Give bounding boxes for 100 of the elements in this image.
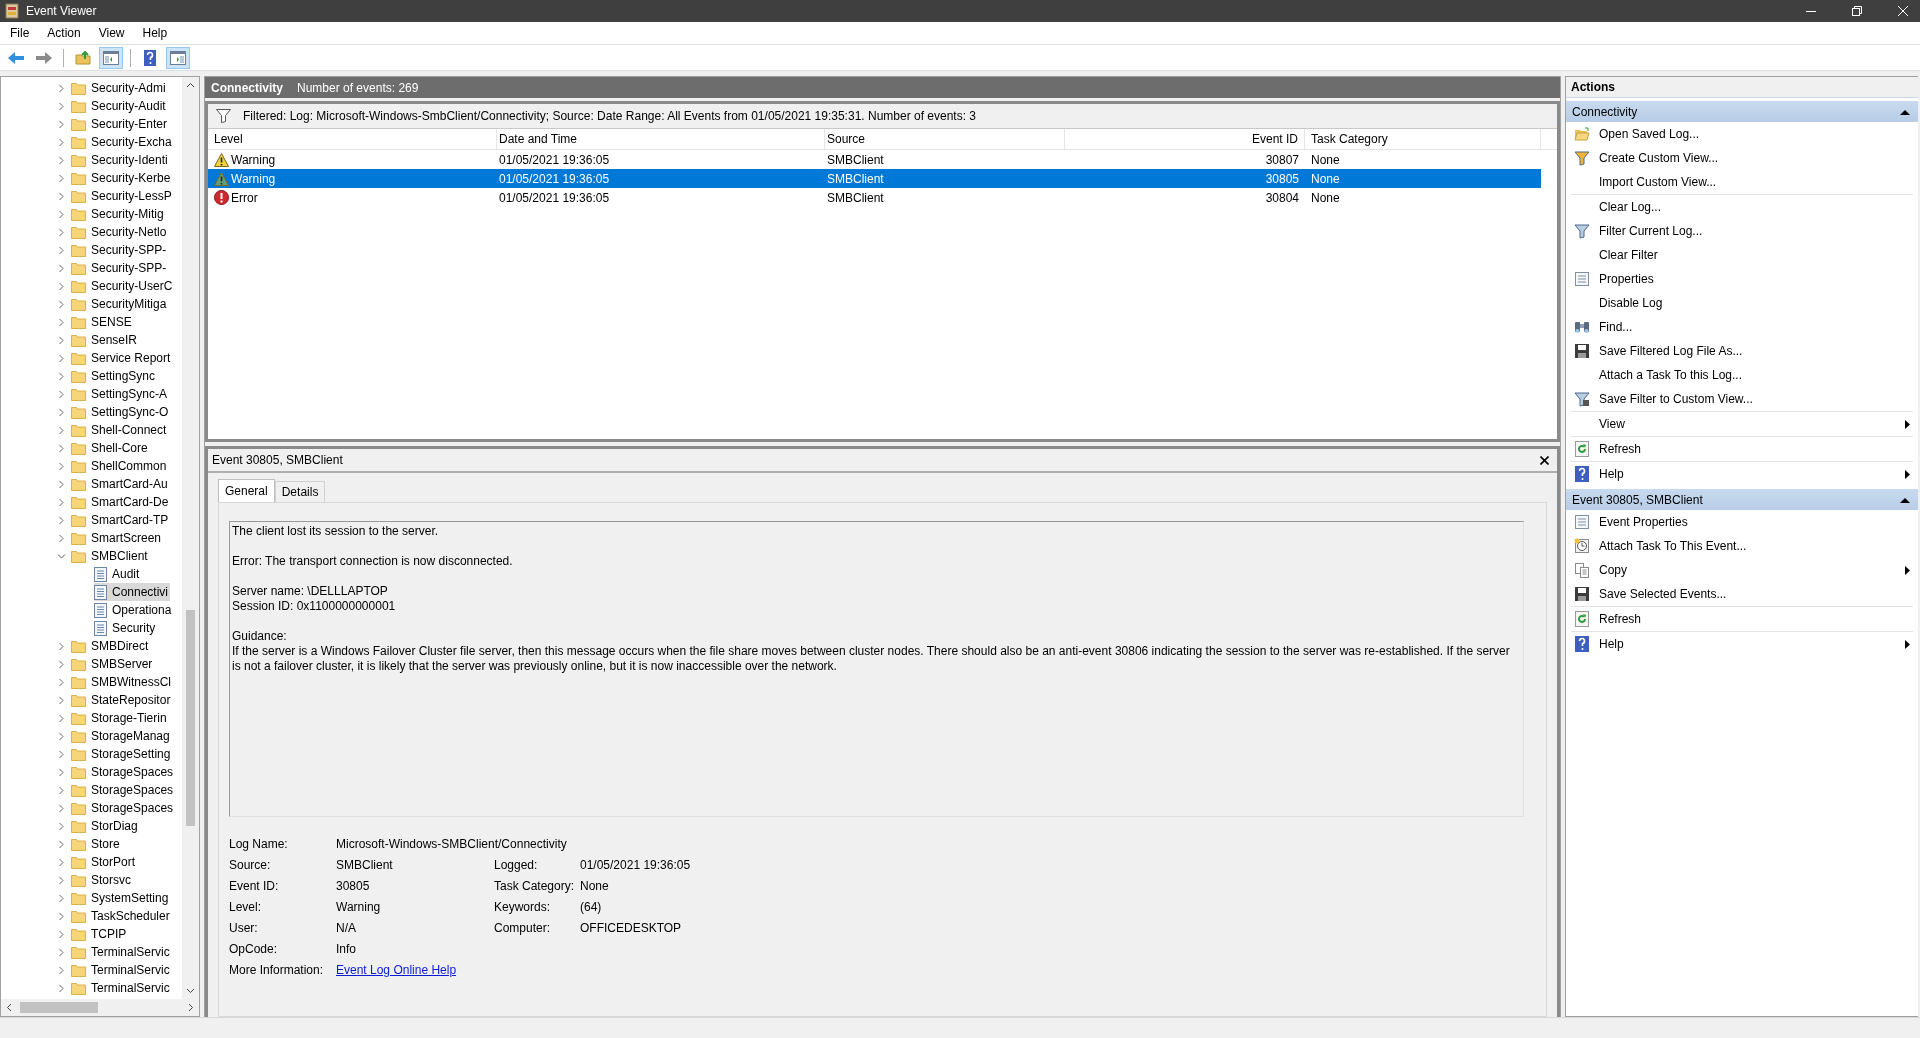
command-item[interactable]: Save Filter to Custom View... (1571, 387, 1913, 411)
command-item[interactable]: Event Properties (1571, 510, 1913, 534)
table-row[interactable]: Warning 01/05/2021 19:36:05 SMBClient 30805 None (208, 169, 1541, 188)
tab[interactable]: General (218, 479, 275, 502)
tree-item[interactable]: Shell-Core (1, 439, 150, 457)
tree-item[interactable]: TCPIP (1, 925, 129, 943)
scroll-right-icon[interactable] (188, 1003, 194, 1012)
command-item[interactable]: Disable Log (1571, 291, 1913, 315)
command-item[interactable]: Import Custom View... (1571, 170, 1913, 194)
tree-item[interactable]: SMBWitnessCl (1, 673, 173, 691)
command-item[interactable]: Clear Log... (1571, 195, 1913, 219)
command-item[interactable]: Properties (1571, 267, 1913, 291)
command-item[interactable]: Refresh (1571, 437, 1913, 461)
menu-item[interactable]: Help (142, 26, 168, 40)
tree-item[interactable]: Store (1, 835, 122, 853)
command-item[interactable]: Find... (1571, 315, 1913, 339)
tree-item[interactable]: SMBServer (1, 655, 155, 673)
column-header[interactable]: Source (825, 129, 1065, 149)
command-item[interactable]: Save Filtered Log File As... (1571, 339, 1913, 363)
tree-item[interactable]: ShellCommon (1, 457, 169, 475)
command-item[interactable]: Open Saved Log... (1571, 122, 1913, 146)
scroll-down-icon[interactable] (186, 988, 195, 994)
tree-item[interactable]: Security-Excha (1, 133, 174, 151)
help-link[interactable]: Event Log Online Help (336, 963, 457, 977)
column-header[interactable]: Date and Time (497, 129, 825, 149)
tree-item[interactable]: TaskScheduler (1, 907, 172, 925)
tree-item[interactable]: SettingSync-O (1, 403, 171, 421)
command-item[interactable]: Save Selected Events... (1571, 582, 1913, 606)
scroll-left-icon[interactable] (6, 1003, 12, 1012)
chevron-down-icon[interactable] (57, 551, 66, 561)
tree-item[interactable]: Operationa (94, 601, 174, 619)
menu-item[interactable]: File (10, 26, 30, 40)
command-item[interactable]: Attach Task To This Event... (1571, 534, 1913, 558)
tree-item[interactable]: SMBClient (1, 547, 150, 565)
tree-item[interactable]: StorPort (1, 853, 137, 871)
command-item[interactable]: Attach a Task To this Log... (1571, 363, 1913, 387)
tree-item[interactable]: SENSE (1, 313, 134, 331)
column-header[interactable]: Task Category (1305, 129, 1541, 149)
tree-item[interactable]: Security-Kerbe (1, 169, 173, 187)
command-item[interactable]: Create Custom View... (1571, 146, 1913, 170)
command-item[interactable]: Help (1571, 462, 1913, 486)
tree-item[interactable]: Storsvc (1, 871, 133, 889)
tree-item[interactable]: SmartCard-TP (1, 511, 171, 529)
tree-item[interactable]: SettingSync-A (1, 385, 170, 403)
tree-item[interactable]: StorageSetting (1, 745, 173, 763)
vertical-scrollbar[interactable] (182, 77, 199, 999)
scroll-up-icon[interactable] (186, 82, 195, 88)
close-icon[interactable] (1540, 455, 1549, 465)
command-item[interactable]: View (1571, 412, 1913, 436)
tree-item[interactable]: Security-Enter (1, 115, 170, 133)
tree-item[interactable]: Security-SPP- (1, 259, 169, 277)
tree-item[interactable]: SenseIR (1, 331, 140, 349)
tree-item[interactable]: SMBDirect (1, 637, 151, 655)
tree-item[interactable]: Security-Admi (1, 79, 168, 97)
tree-item[interactable]: Shell-Connect (1, 421, 169, 439)
table-row[interactable]: Warning 01/05/2021 19:36:05 SMBClient 30807 None (208, 150, 1541, 169)
tree-item[interactable]: StorageSpaces (1, 799, 176, 817)
tree-item[interactable]: Audit (94, 565, 142, 583)
pane-toggle-button[interactable] (166, 46, 190, 69)
scroll-thumb[interactable] (186, 610, 195, 826)
table-row[interactable]: Error 01/05/2021 19:36:05 SMBClient 30804 None (208, 188, 1541, 207)
tree-item[interactable]: Security-SPP- (1, 241, 169, 259)
pane-toggle-button[interactable] (99, 46, 123, 69)
tree-item[interactable]: Security-Netlo (1, 223, 169, 241)
tree-item[interactable]: Security-Identi (1, 151, 170, 169)
tree-item[interactable]: SettingSync (1, 367, 158, 385)
command-item[interactable]: Copy (1571, 558, 1913, 582)
column-header[interactable]: Level (212, 129, 497, 149)
tree-item[interactable]: TerminalServic (1, 943, 172, 961)
tree-item[interactable]: StorDiag (1, 817, 140, 835)
tree-item[interactable]: Connectivi (94, 583, 171, 601)
tree-item[interactable]: Security-LessP (1, 187, 174, 205)
tree-item[interactable]: SmartScreen (1, 529, 164, 547)
tree-item[interactable]: Security-Mitig (1, 205, 166, 223)
tree-item[interactable]: SystemSetting (1, 889, 171, 907)
scroll-thumb[interactable] (20, 1002, 98, 1013)
tree-item[interactable]: Security-Audit (1, 97, 168, 115)
column-header[interactable]: Event ID (1065, 129, 1305, 149)
tree-item[interactable]: StateRepositor (1, 691, 173, 709)
menu-item[interactable]: View (98, 26, 125, 40)
tree-item[interactable]: SmartCard-De (1, 493, 171, 511)
tree-item[interactable]: SecurityMitiga (1, 295, 169, 313)
horizontal-scrollbar[interactable] (1, 999, 199, 1016)
command-item[interactable]: Help (1571, 632, 1913, 656)
tree-item[interactable]: TerminalServic (1, 979, 172, 997)
tree-item[interactable]: Storage-Tierin (1, 709, 169, 727)
collapse-icon[interactable] (1900, 496, 1910, 503)
command-item[interactable]: Clear Filter (1571, 243, 1913, 267)
section-header[interactable]: Connectivity (1566, 101, 1918, 122)
command-item[interactable]: Refresh (1571, 607, 1913, 631)
menu-item[interactable]: Action (47, 26, 81, 40)
tree-item[interactable]: Security-UserC (1, 277, 175, 295)
tree-item[interactable]: Security (94, 619, 158, 637)
tree-item[interactable]: StorageManag (1, 727, 172, 745)
tree-item[interactable]: StorageSpaces (1, 763, 176, 781)
tree-item[interactable]: SmartCard-Au (1, 475, 170, 493)
command-item[interactable]: Filter Current Log... (1571, 219, 1913, 243)
collapse-icon[interactable] (1900, 108, 1910, 115)
section-header[interactable]: Event 30805, SMBClient (1566, 489, 1918, 510)
restore-icon[interactable] (1852, 6, 1862, 16)
